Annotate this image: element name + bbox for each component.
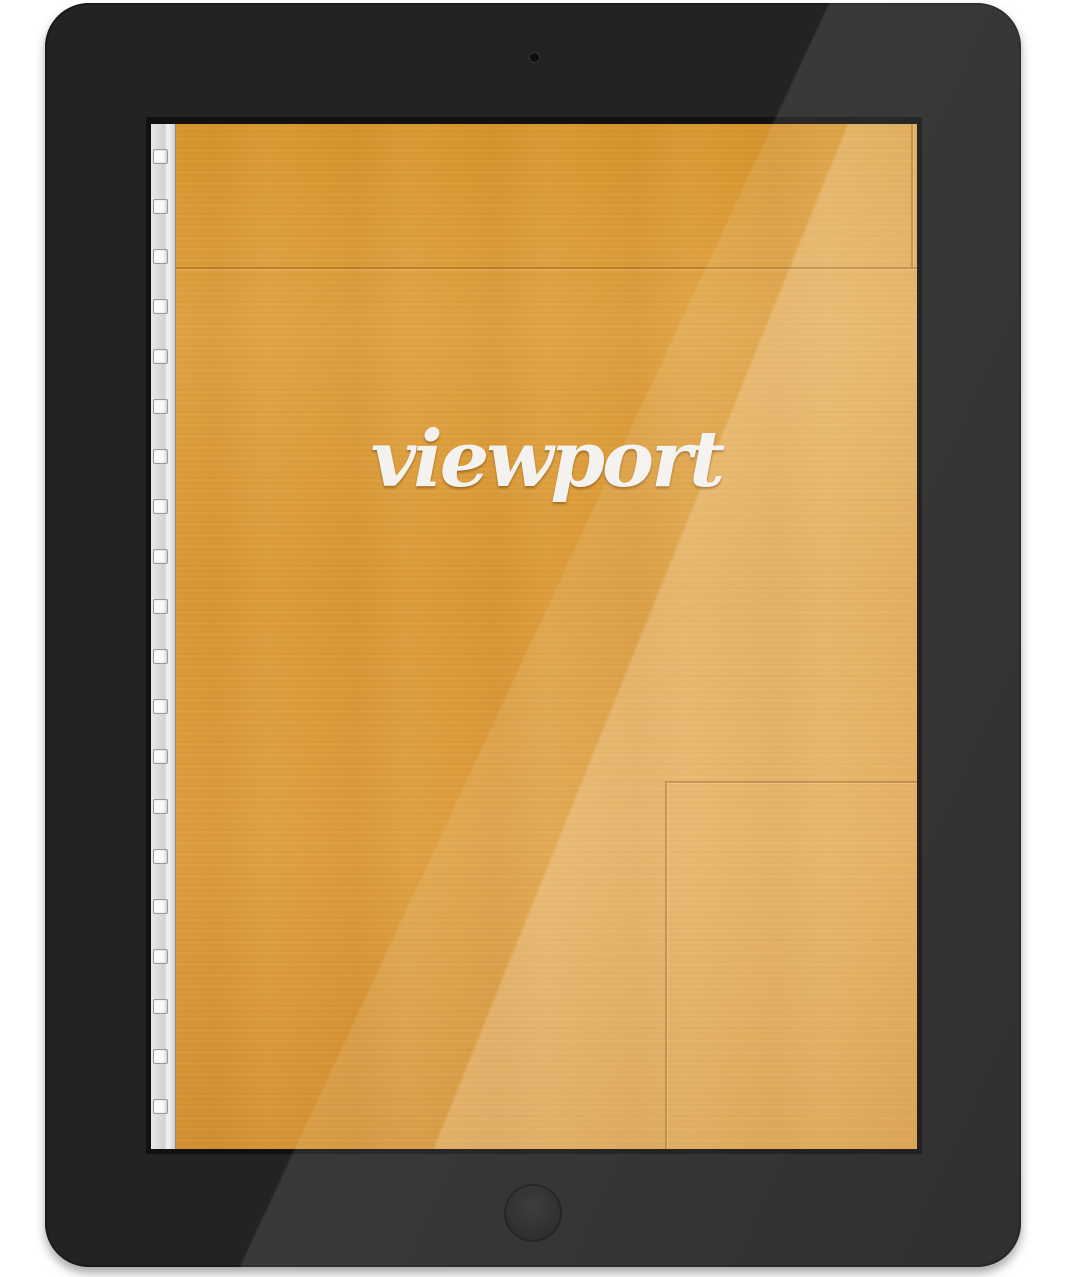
- screen: viewport: [146, 117, 922, 1154]
- wood-seam: [666, 781, 917, 783]
- binder-ring: [153, 599, 168, 614]
- binder-strip: [151, 124, 176, 1149]
- binder-ring: [153, 249, 168, 264]
- binder-ring: [153, 1049, 168, 1064]
- binder-ring: [153, 549, 168, 564]
- binder-ring: [153, 399, 168, 414]
- binder-ring: [153, 199, 168, 214]
- binder-ring: [153, 749, 168, 764]
- binder-ring: [153, 149, 168, 164]
- binder-ring: [153, 649, 168, 664]
- binder-ring: [153, 949, 168, 964]
- wood-seam: [176, 267, 917, 269]
- wood-seam: [665, 781, 667, 1149]
- camera-icon: [530, 53, 539, 62]
- binder-ring: [153, 1099, 168, 1114]
- binder-ring: [153, 299, 168, 314]
- binder-ring: [153, 499, 168, 514]
- binder-ring: [153, 449, 168, 464]
- binder-ring: [153, 799, 168, 814]
- binder-ring: [153, 999, 168, 1014]
- wood-seam: [911, 124, 913, 267]
- wood-cover[interactable]: viewport: [176, 124, 917, 1149]
- home-button[interactable]: [504, 1184, 562, 1242]
- tablet-device-frame: viewport: [45, 3, 1021, 1267]
- app-logo: viewport: [370, 414, 725, 505]
- binder-ring: [153, 899, 168, 914]
- binder-ring: [153, 349, 168, 364]
- binder-ring: [153, 699, 168, 714]
- binder-ring: [153, 849, 168, 864]
